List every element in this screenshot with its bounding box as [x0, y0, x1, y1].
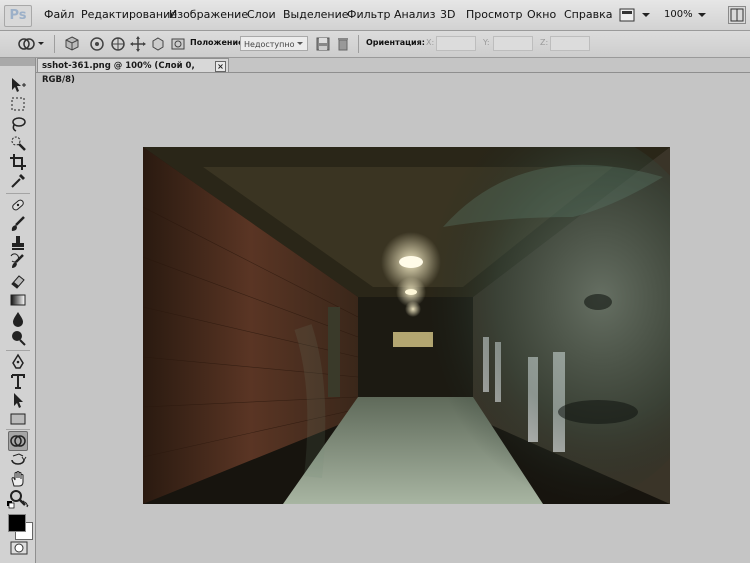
tool-preset-icon[interactable] [16, 35, 46, 53]
image-canvas[interactable] [143, 147, 670, 504]
chevron-down-icon [297, 42, 303, 45]
menu-bar: Ps Файл Редактирование Изображение Слои … [0, 0, 750, 31]
z-label: Z: [540, 38, 549, 47]
options-bar: Положение: Недоступно Ориентация: X: Y: … [0, 31, 750, 58]
3d-pan-option-icon[interactable] [109, 35, 127, 53]
quick-selection-icon[interactable] [9, 134, 27, 152]
default-colors-icon[interactable] [6, 499, 30, 510]
hand-icon[interactable] [9, 470, 27, 488]
position-select[interactable]: Недоступно [240, 36, 308, 51]
history-brush-icon[interactable] [9, 253, 27, 271]
type-icon[interactable] [9, 372, 27, 390]
toolbox [0, 58, 36, 563]
3d-rotate-option-icon[interactable] [63, 35, 81, 53]
tool-separator [6, 429, 30, 430]
menu-image[interactable]: Изображение [169, 8, 248, 21]
foreground-color-swatch[interactable] [8, 514, 26, 532]
close-tab-button[interactable]: × [215, 61, 226, 72]
healing-brush-icon[interactable] [9, 196, 27, 214]
y-label: Y: [483, 38, 490, 47]
menu-help[interactable]: Справка [564, 8, 612, 21]
position-label: Положение: [190, 38, 247, 47]
menu-window[interactable]: Окно [527, 8, 556, 21]
3d-orbit-icon[interactable] [9, 451, 27, 469]
menu-analysis[interactable]: Анализ [394, 8, 436, 21]
menu-edit[interactable]: Редактирование [81, 8, 177, 21]
menu-select[interactable]: Выделение [283, 8, 349, 21]
arrange-icon [730, 8, 744, 22]
3d-slide-option-icon[interactable] [129, 35, 147, 53]
menu-view[interactable]: Просмотр [466, 8, 522, 21]
separator [358, 35, 359, 53]
corridor-photo [143, 147, 670, 504]
menu-filter[interactable]: Фильтр [347, 8, 391, 21]
eyedropper-icon[interactable] [9, 172, 27, 190]
delete-position-icon[interactable] [334, 35, 352, 53]
quick-mask-icon[interactable] [10, 541, 28, 555]
clone-stamp-icon[interactable] [9, 234, 27, 252]
3d-object-option-icon[interactable] [169, 35, 187, 53]
separator [54, 35, 55, 53]
gradient-icon[interactable] [9, 291, 27, 309]
save-position-icon[interactable] [314, 35, 332, 53]
marquee-icon[interactable] [9, 95, 27, 113]
lasso-icon[interactable] [9, 115, 27, 133]
document-tab[interactable]: sshot-361.png @ 100% (Слой 0, RGB/8) × [37, 58, 229, 85]
arrange-documents-button[interactable] [728, 6, 746, 24]
rectangle-icon[interactable] [9, 410, 27, 428]
orientation-x-field[interactable] [436, 36, 476, 51]
blur-icon[interactable] [9, 310, 27, 328]
pen-icon[interactable] [9, 353, 27, 371]
tool-separator [6, 193, 30, 194]
screen-mode-icon [619, 8, 650, 22]
tool-separator [6, 350, 30, 351]
zoom-value: 100% [664, 9, 693, 20]
crop-icon[interactable] [9, 153, 27, 171]
brush-icon[interactable] [9, 215, 27, 233]
position-value: Недоступно [244, 40, 295, 49]
menu-file[interactable]: Файл [44, 8, 74, 21]
eraser-icon[interactable] [9, 272, 27, 290]
3d-roll-option-icon[interactable] [88, 35, 106, 53]
dodge-icon[interactable] [9, 329, 27, 347]
chevron-down-icon [698, 13, 706, 17]
orientation-label: Ориентация: [366, 38, 425, 47]
3d-scale-option-icon[interactable] [149, 35, 167, 53]
orientation-y-field[interactable] [493, 36, 533, 51]
move-icon[interactable] [9, 76, 27, 94]
document-title: sshot-361.png @ 100% (Слой 0, RGB/8) [42, 61, 195, 85]
screen-mode-dropdown[interactable] [618, 6, 654, 24]
path-selection-icon[interactable] [9, 391, 27, 409]
toolbox-header[interactable] [0, 58, 35, 66]
x-label: X: [426, 38, 435, 47]
menu-3d[interactable]: 3D [440, 8, 455, 21]
menu-layers[interactable]: Слои [247, 8, 276, 21]
zoom-dropdown[interactable]: 100% [664, 6, 714, 24]
3d-rotate-icon[interactable] [8, 431, 28, 451]
tab-strip-divider [36, 72, 750, 73]
orientation-z-field[interactable] [550, 36, 590, 51]
app-logo: Ps [4, 5, 32, 27]
